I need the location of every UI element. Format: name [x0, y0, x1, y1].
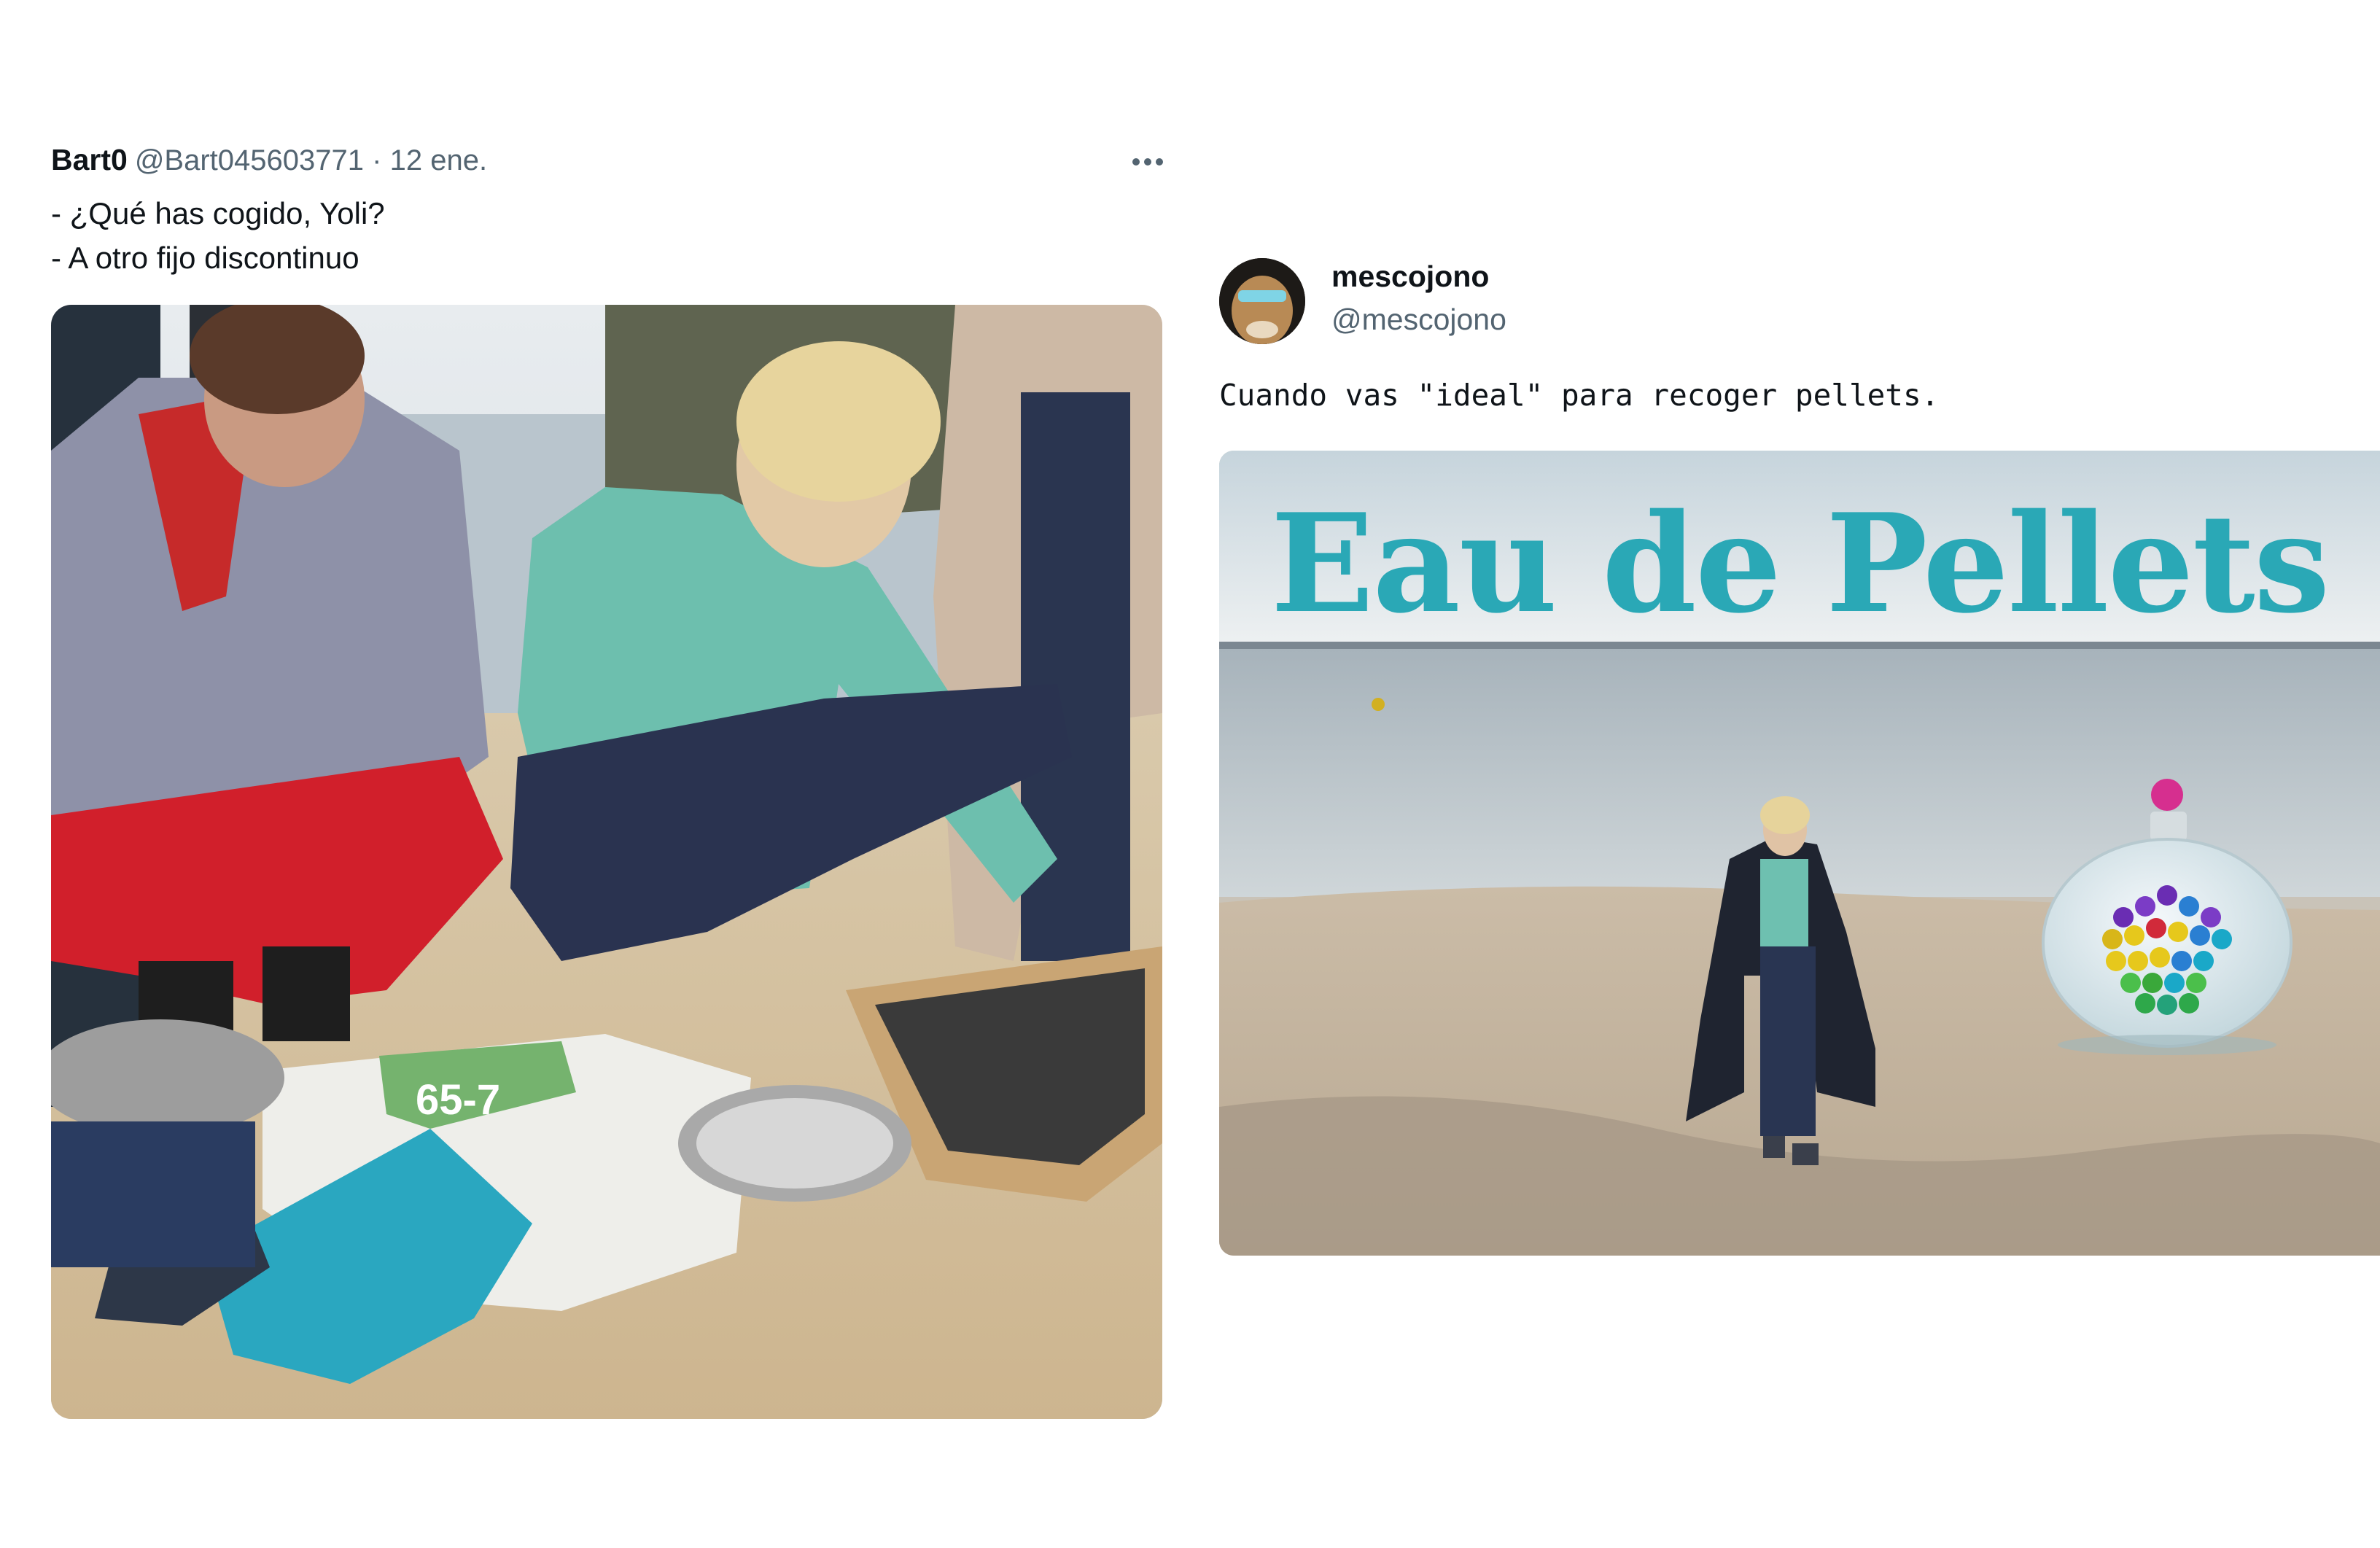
- more-options-button[interactable]: [1129, 143, 1167, 181]
- tweet-photo[interactable]: Eau de Pellets: [1219, 451, 2380, 1256]
- more-horizontal-icon: [1132, 158, 1163, 166]
- tweet-text-line: - A otro fijo discontinuo: [51, 241, 359, 275]
- avatar[interactable]: [1219, 258, 1305, 344]
- author-name[interactable]: mescojono: [1331, 260, 1489, 294]
- author-handle[interactable]: @Bart045603771: [135, 144, 364, 176]
- author-handle[interactable]: @mescojono: [1331, 303, 1506, 337]
- meta-separator: ·: [372, 144, 382, 176]
- image-overlay-title: Eau de Pellets: [1270, 483, 2330, 643]
- tweet-photo[interactable]: 65-7: [51, 305, 1162, 1419]
- bag-label: 65-7: [416, 1076, 500, 1124]
- tweet-date[interactable]: 12 ene.: [390, 144, 487, 176]
- tweet-header: Bart0 @Bart045603771 · 12 ene.: [51, 143, 1174, 184]
- tweet-text: Cuando vas "ideal" para recoger pellets.: [1219, 378, 1940, 413]
- tweet-text: - ¿Qué has cogido, Yoli? - A otro fijo d…: [51, 191, 1159, 280]
- author-name[interactable]: Bart0: [51, 143, 128, 176]
- tweet-text-line: - ¿Qué has cogido, Yoli?: [51, 196, 385, 230]
